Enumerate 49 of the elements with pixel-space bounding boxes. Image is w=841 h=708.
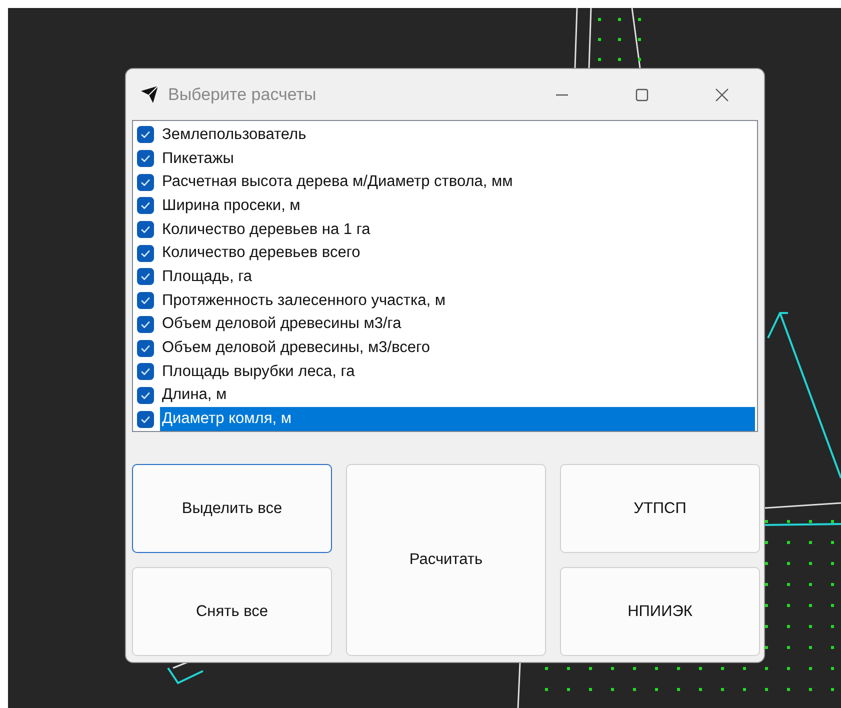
checklist-item[interactable]: Землепользователь	[135, 123, 755, 147]
check-icon	[141, 155, 150, 162]
checkbox[interactable]	[137, 244, 154, 262]
checkbox[interactable]	[137, 174, 154, 191]
app-icon	[140, 84, 160, 104]
checkbox[interactable]	[137, 150, 154, 168]
close-icon	[715, 88, 729, 102]
check-icon	[141, 297, 150, 304]
check-icon	[141, 273, 150, 280]
action-button[interactable]: Снять все	[132, 567, 332, 656]
check-icon	[141, 202, 150, 210]
checklist-item[interactable]: Объем деловой древесины, м3/всего	[135, 336, 755, 360]
checkbox[interactable]	[137, 410, 154, 428]
check-icon	[141, 178, 150, 186]
check-icon	[141, 344, 150, 352]
checklist-item[interactable]: Длина, м	[135, 384, 755, 408]
checklist-item[interactable]: Объем деловой древесины м3/га	[135, 312, 755, 336]
checklist-item[interactable]: Количество деревьев всего	[135, 241, 755, 266]
checklist-item[interactable]: Диаметр комля, м	[135, 407, 755, 431]
checkbox[interactable]	[137, 292, 154, 310]
check-icon	[141, 392, 150, 399]
action-button[interactable]: Расчитать	[346, 464, 546, 656]
checkbox[interactable]	[137, 386, 154, 404]
checklist-item[interactable]: Площадь, га	[135, 265, 755, 289]
checkbox[interactable]	[137, 221, 154, 238]
checklist-item[interactable]: Расчетная высота дерева м/Диаметр ствола, мм	[135, 170, 755, 194]
checkbox[interactable]	[137, 340, 154, 357]
action-button[interactable]: Выделить все	[132, 464, 332, 553]
checklist-item[interactable]: Ширина просеки, м	[135, 194, 755, 218]
check-icon	[141, 320, 150, 328]
window-title: Выберите расчеты	[168, 84, 316, 104]
minimize-icon	[556, 94, 568, 96]
checkbox[interactable]	[137, 268, 154, 286]
action-button[interactable]: УТПСП	[560, 464, 760, 553]
checkbox[interactable]	[137, 363, 154, 380]
check-icon	[141, 368, 150, 376]
action-button[interactable]: НПИИЭК	[560, 567, 760, 656]
checkbox[interactable]	[137, 316, 154, 333]
check-icon	[141, 131, 150, 138]
checklist-item[interactable]: Количество деревьев на 1 га	[135, 218, 755, 242]
check-icon	[141, 226, 150, 234]
checklist-item[interactable]: Пикетажы	[135, 146, 755, 170]
checkbox[interactable]	[137, 197, 154, 214]
check-icon	[141, 416, 150, 423]
checkbox[interactable]	[137, 126, 154, 144]
check-icon	[141, 250, 150, 257]
checklist-item[interactable]: Площадь вырубки леса, га	[135, 360, 755, 384]
maximize-icon	[635, 88, 649, 102]
checklist-item[interactable]: Протяженность залесенного участка, м	[135, 288, 755, 312]
